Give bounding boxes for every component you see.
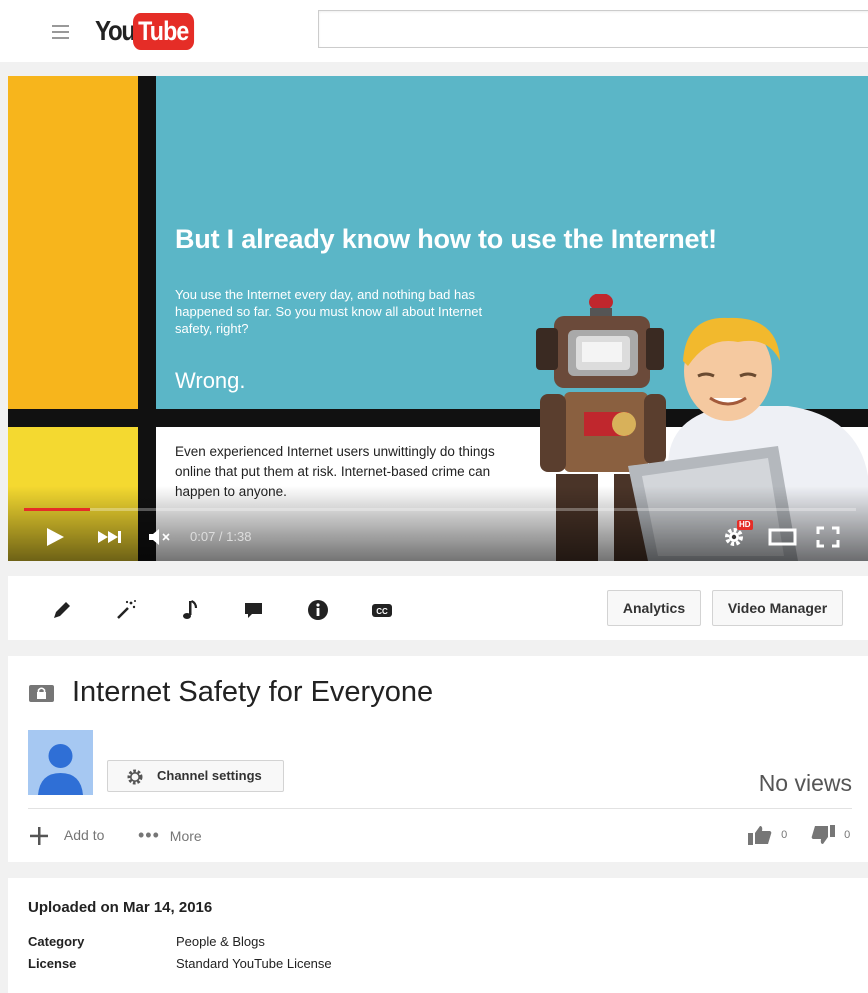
thumbs-down-icon (811, 825, 835, 845)
video-info-panel: Internet Safety for Everyone Channel set… (8, 656, 868, 862)
enhancements-wand-icon[interactable] (114, 598, 138, 622)
hd-badge: HD (737, 520, 753, 530)
video-headline: But I already know how to use the Intern… (175, 224, 717, 254)
video-frame-panel (8, 76, 138, 409)
audio-note-icon[interactable] (178, 598, 202, 622)
subtitles-cc-icon[interactable]: CC (370, 598, 394, 622)
dislike-button[interactable]: 0 (811, 824, 850, 846)
play-icon[interactable] (44, 526, 66, 548)
avatar[interactable] (28, 730, 93, 795)
thumbs-up-icon (748, 826, 772, 846)
more-label: More (169, 828, 202, 844)
time-display: 0:07 / 1:38 (190, 529, 252, 544)
license-label: License (28, 956, 77, 971)
more-dots-icon: ••• (138, 825, 160, 845)
like-button[interactable]: 0 (748, 824, 787, 846)
search-input[interactable] (318, 10, 868, 48)
video-manager-button[interactable]: Video Manager (712, 590, 843, 626)
plus-icon (30, 827, 48, 846)
masthead: You Tube (0, 0, 868, 62)
progress-bar[interactable] (24, 508, 856, 511)
license-value: Standard YouTube License (176, 956, 332, 971)
video-player[interactable]: But I already know how to use the Intern… (8, 76, 868, 561)
edit-pencil-icon[interactable] (50, 598, 74, 622)
private-lock-icon (29, 685, 54, 702)
annotations-speech-icon[interactable] (242, 598, 266, 622)
youtube-logo[interactable]: You Tube (95, 11, 204, 51)
category-label: Category (28, 934, 85, 949)
dislike-count: 0 (844, 829, 851, 841)
video-title: Internet Safety for Everyone (72, 676, 434, 708)
creator-toolbar: CC Analytics Video Manager (8, 576, 868, 640)
logo-you-text: You (95, 15, 136, 46)
mute-icon[interactable] (148, 526, 174, 548)
add-to-label: Add to (63, 827, 105, 843)
video-wrong-text: Wrong. (175, 368, 246, 393)
channel-settings-label: Channel settings (157, 768, 262, 783)
view-count: No views (758, 770, 852, 796)
analytics-button[interactable]: Analytics (607, 590, 701, 626)
fullscreen-icon[interactable] (816, 526, 840, 548)
menu-icon[interactable] (52, 21, 72, 41)
more-button[interactable]: ••• More (138, 824, 202, 848)
gear-icon (127, 769, 143, 785)
progress-played (24, 508, 90, 511)
upload-date: Uploaded on Mar 14, 2016 (28, 899, 213, 916)
svg-text:CC: CC (376, 607, 388, 616)
divider (28, 808, 852, 809)
add-to-button[interactable]: Add to (28, 824, 104, 848)
logo-tube-text: Tube (133, 12, 194, 50)
category-value[interactable]: People & Blogs (176, 934, 265, 949)
next-icon[interactable] (96, 526, 124, 548)
like-count: 0 (781, 829, 788, 841)
video-details-panel: Uploaded on Mar 14, 2016 Category People… (8, 878, 868, 993)
theater-mode-icon[interactable] (768, 526, 798, 548)
video-paragraph: You use the Internet every day, and noth… (175, 287, 483, 336)
cards-info-icon[interactable] (306, 598, 330, 622)
channel-settings-button[interactable]: Channel settings (107, 760, 284, 792)
